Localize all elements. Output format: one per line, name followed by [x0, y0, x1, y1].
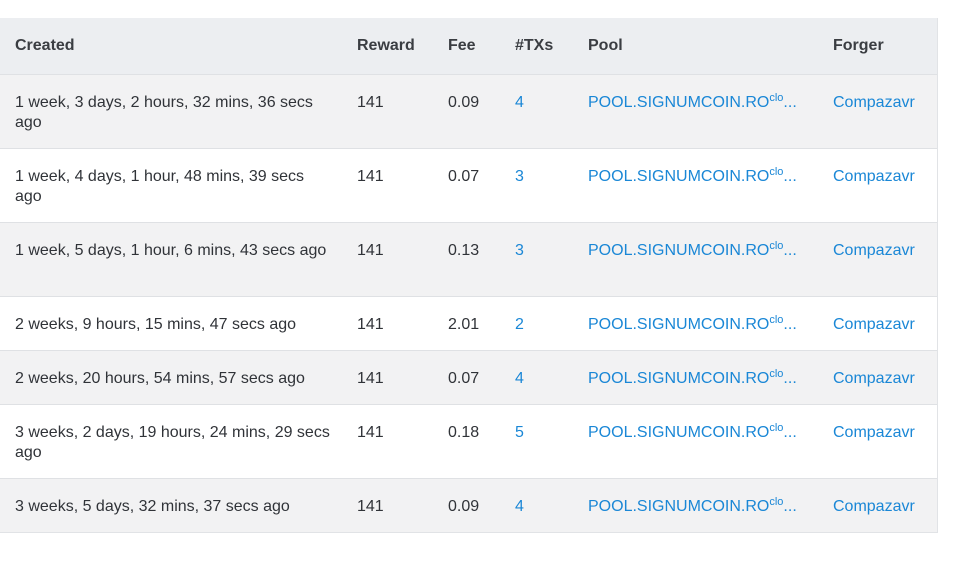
pool-ellipsis: ... — [783, 315, 797, 333]
table-body: 1 week, 3 days, 2 hours, 32 mins, 36 sec… — [0, 73, 937, 532]
txs-link[interactable]: 4 — [500, 349, 573, 404]
pool-suffix: clo — [769, 313, 784, 326]
table-row: 1 week, 3 days, 2 hours, 32 mins, 36 sec… — [0, 73, 937, 148]
pool-ellipsis: ... — [783, 369, 797, 387]
reward-cell: 141 — [342, 147, 433, 222]
pool-name: POOL.SIGNUMCOIN.RO — [588, 423, 770, 441]
pool-suffix: clo — [769, 421, 784, 434]
pool-cell: POOL.SIGNUMCOIN.ROclo... — [573, 403, 818, 478]
pool-cell: POOL.SIGNUMCOIN.ROclo... — [573, 295, 818, 350]
forger-link[interactable]: Compazavr — [818, 477, 937, 532]
pool-name: POOL.SIGNUMCOIN.RO — [588, 241, 770, 259]
pool-suffix: clo — [769, 165, 784, 178]
pool-link[interactable]: POOL.SIGNUMCOIN.ROclo... — [588, 367, 797, 387]
pool-suffix: clo — [769, 495, 784, 508]
pool-link[interactable]: POOL.SIGNUMCOIN.ROclo... — [588, 421, 797, 441]
pool-ellipsis: ... — [783, 241, 797, 259]
pool-cell: POOL.SIGNUMCOIN.ROclo... — [573, 147, 818, 222]
pool-link[interactable]: POOL.SIGNUMCOIN.ROclo... — [588, 91, 797, 111]
table-row: 1 week, 5 days, 1 hour, 6 mins, 43 secs … — [0, 221, 937, 296]
table-header: Created Reward Fee #TXs Pool Forger — [0, 18, 937, 75]
forger-link[interactable]: Compazavr — [818, 147, 937, 222]
created-cell: 2 weeks, 20 hours, 54 mins, 57 secs ago — [0, 349, 342, 404]
created-cell: 3 weeks, 5 days, 32 mins, 37 secs ago — [0, 477, 342, 532]
pool-cell: POOL.SIGNUMCOIN.ROclo... — [573, 477, 818, 532]
forger-link[interactable]: Compazavr — [818, 73, 937, 148]
fee-cell: 0.07 — [433, 349, 500, 404]
table-row: 1 week, 4 days, 1 hour, 48 mins, 39 secs… — [0, 147, 937, 222]
txs-link[interactable]: 5 — [500, 403, 573, 478]
created-cell: 1 week, 3 days, 2 hours, 32 mins, 36 sec… — [0, 73, 342, 148]
reward-cell: 141 — [342, 295, 433, 350]
fee-cell: 0.09 — [433, 73, 500, 148]
txs-link[interactable]: 3 — [500, 147, 573, 222]
txs-link[interactable]: 4 — [500, 73, 573, 148]
pool-suffix: clo — [769, 239, 784, 252]
pool-ellipsis: ... — [783, 93, 797, 111]
pool-name: POOL.SIGNUMCOIN.RO — [588, 315, 770, 333]
pool-name: POOL.SIGNUMCOIN.RO — [588, 167, 770, 185]
table-row: 3 weeks, 2 days, 19 hours, 24 mins, 29 s… — [0, 403, 937, 478]
pool-link[interactable]: POOL.SIGNUMCOIN.ROclo... — [588, 165, 797, 185]
pool-cell: POOL.SIGNUMCOIN.ROclo... — [573, 221, 818, 296]
table-row: 3 weeks, 5 days, 32 mins, 37 secs ago 14… — [0, 477, 937, 532]
pool-link[interactable]: POOL.SIGNUMCOIN.ROclo... — [588, 495, 797, 515]
fee-cell: 0.18 — [433, 403, 500, 478]
pool-name: POOL.SIGNUMCOIN.RO — [588, 369, 770, 387]
reward-cell: 141 — [342, 221, 433, 296]
forger-link[interactable]: Compazavr — [818, 349, 937, 404]
blocks-table-container: Created Reward Fee #TXs Pool Forger 1 we… — [0, 18, 938, 533]
fee-cell: 0.09 — [433, 477, 500, 532]
column-header-forger[interactable]: Forger — [818, 18, 937, 75]
column-header-txs[interactable]: #TXs — [500, 18, 573, 75]
pool-cell: POOL.SIGNUMCOIN.ROclo... — [573, 349, 818, 404]
pool-ellipsis: ... — [783, 423, 797, 441]
txs-link[interactable]: 2 — [500, 295, 573, 350]
pool-link[interactable]: POOL.SIGNUMCOIN.ROclo... — [588, 239, 797, 259]
txs-link[interactable]: 4 — [500, 477, 573, 532]
forger-link[interactable]: Compazavr — [818, 403, 937, 478]
pool-ellipsis: ... — [783, 167, 797, 185]
pool-cell: POOL.SIGNUMCOIN.ROclo... — [573, 73, 818, 148]
pool-suffix: clo — [769, 91, 784, 104]
pool-suffix: clo — [769, 367, 784, 380]
fee-cell: 2.01 — [433, 295, 500, 350]
reward-cell: 141 — [342, 349, 433, 404]
txs-link[interactable]: 3 — [500, 221, 573, 296]
column-header-pool[interactable]: Pool — [573, 18, 818, 75]
created-cell: 3 weeks, 2 days, 19 hours, 24 mins, 29 s… — [0, 403, 342, 478]
table-row: 2 weeks, 20 hours, 54 mins, 57 secs ago … — [0, 349, 937, 404]
pool-ellipsis: ... — [783, 497, 797, 515]
header-row: Created Reward Fee #TXs Pool Forger — [0, 18, 937, 75]
reward-cell: 141 — [342, 403, 433, 478]
created-cell: 1 week, 5 days, 1 hour, 6 mins, 43 secs … — [0, 221, 342, 296]
created-cell: 1 week, 4 days, 1 hour, 48 mins, 39 secs… — [0, 147, 342, 222]
created-cell: 2 weeks, 9 hours, 15 mins, 47 secs ago — [0, 295, 342, 350]
fee-cell: 0.13 — [433, 221, 500, 296]
forger-link[interactable]: Compazavr — [818, 221, 937, 296]
column-header-created[interactable]: Created — [0, 18, 342, 75]
table-row: 2 weeks, 9 hours, 15 mins, 47 secs ago 1… — [0, 295, 937, 350]
pool-name: POOL.SIGNUMCOIN.RO — [588, 497, 770, 515]
pool-name: POOL.SIGNUMCOIN.RO — [588, 93, 770, 111]
forger-link[interactable]: Compazavr — [818, 295, 937, 350]
blocks-table: Created Reward Fee #TXs Pool Forger 1 we… — [0, 18, 937, 532]
column-header-fee[interactable]: Fee — [433, 18, 500, 75]
reward-cell: 141 — [342, 477, 433, 532]
column-header-reward[interactable]: Reward — [342, 18, 433, 75]
reward-cell: 141 — [342, 73, 433, 148]
pool-link[interactable]: POOL.SIGNUMCOIN.ROclo... — [588, 313, 797, 333]
fee-cell: 0.07 — [433, 147, 500, 222]
